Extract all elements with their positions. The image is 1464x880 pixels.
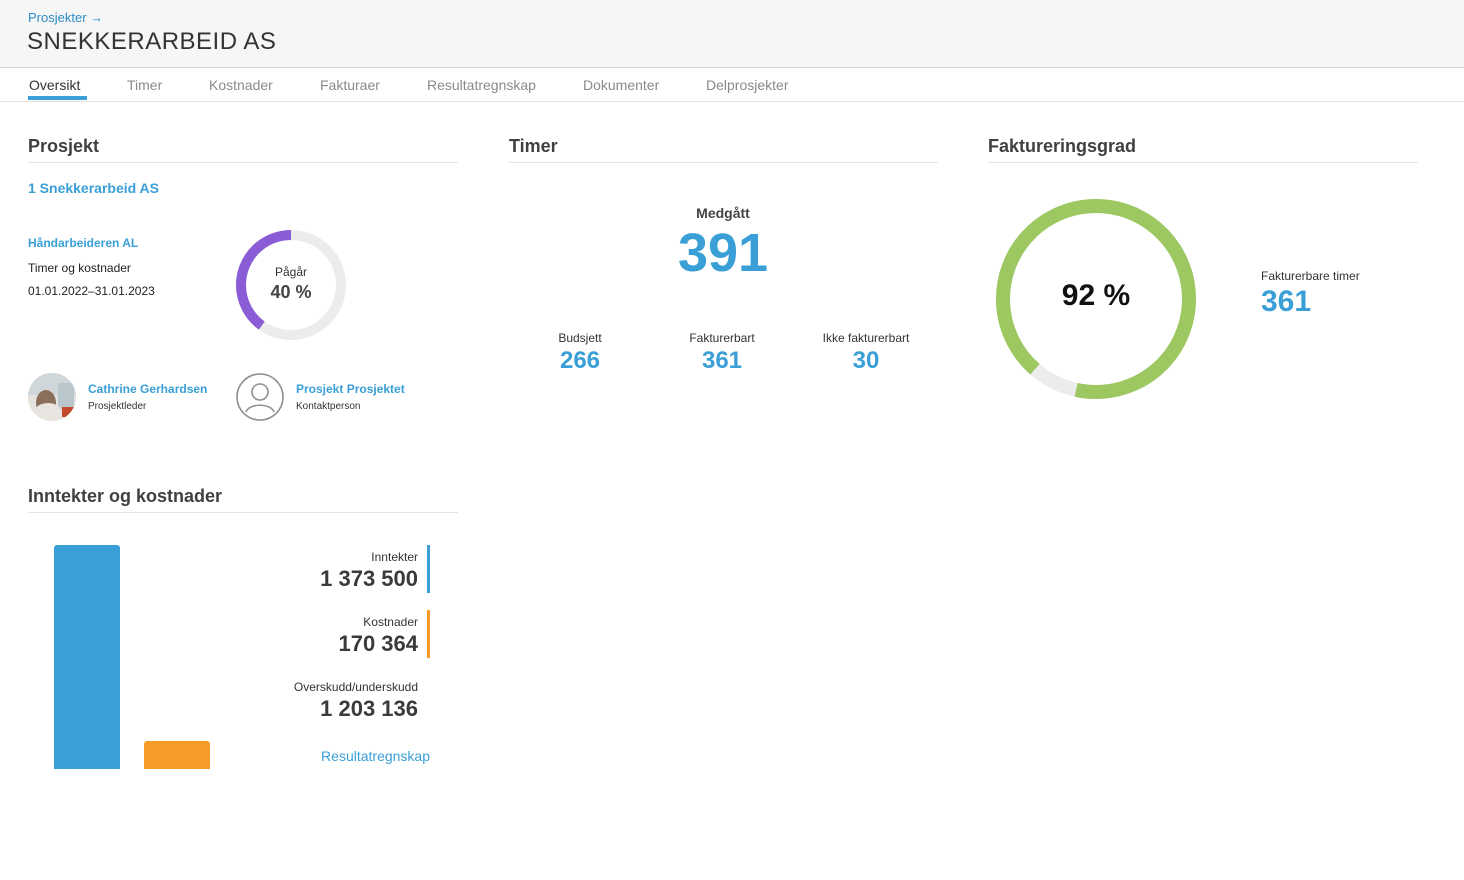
billing-section-title: Faktureringsgrad <box>988 136 1137 156</box>
tab-kostnader[interactable]: Kostnader <box>209 77 273 102</box>
contact-role: Kontaktperson <box>296 401 361 412</box>
project-section-title: Prosjekt <box>28 136 100 156</box>
nonbillable-value: 30 <box>852 347 880 374</box>
tab-bar: Oversikt Timer Kostnader Fakturaer Resul… <box>0 68 1464 102</box>
project-type: Timer og kostnader <box>28 261 131 275</box>
tab-timer[interactable]: Timer <box>127 77 162 102</box>
active-tab-indicator <box>28 96 87 100</box>
billable-hours-value: 361 <box>1261 285 1312 318</box>
timer-section-title: Timer <box>509 136 558 156</box>
income-bar <box>54 545 120 769</box>
contact-name-link[interactable]: Prosjekt Prosjektet <box>296 382 405 396</box>
tab-dokumenter[interactable]: Dokumenter <box>583 77 659 102</box>
cost-bar <box>144 741 210 769</box>
tab-resultatregnskap[interactable]: Resultatregnskap <box>427 77 536 102</box>
manager-photo <box>28 373 76 421</box>
manager-name-link[interactable]: Cathrine Gerhardsen <box>88 382 207 396</box>
progress-status-label: Pågår <box>274 265 308 279</box>
progress-percent: 40 % <box>270 282 312 302</box>
project-period: 01.01.2022–31.01.2023 <box>28 284 155 298</box>
tab-fakturaer[interactable]: Fakturaer <box>320 77 380 102</box>
manager-role: Prosjektleder <box>88 401 147 412</box>
billable-value: 361 <box>701 347 743 374</box>
income-value: 1 373 500 <box>320 566 418 591</box>
tab-delprosjekter[interactable]: Delprosjekter <box>706 77 788 102</box>
billing-rate-percent: 92 % <box>1061 279 1131 312</box>
income-label: Inntekter <box>371 550 418 564</box>
page-header: Prosjekter → SNEKKERARBEID AS <box>0 0 1464 68</box>
budget-label: Budsjett <box>558 331 602 345</box>
contact-avatar-icon[interactable] <box>236 373 284 421</box>
income-color-marker <box>427 545 430 593</box>
cost-value: 170 364 <box>338 631 418 656</box>
manager-avatar[interactable] <box>28 373 76 421</box>
timer-section-divider <box>509 162 938 163</box>
billing-section-divider <box>988 162 1418 163</box>
billable-label: Fakturerbart <box>689 331 755 345</box>
project-section-divider <box>28 162 458 163</box>
billable-hours-label: Fakturerbare timer <box>1261 269 1360 283</box>
cost-label: Kostnader <box>363 615 418 629</box>
breadcrumb-projects-link[interactable]: Prosjekter → <box>28 10 103 25</box>
hours-used-label: Medgått <box>696 205 750 221</box>
page-title: SNEKKERARBEID AS <box>27 28 277 55</box>
cost-color-marker <box>427 610 430 658</box>
finance-section-title: Inntekter og kostnader <box>28 486 223 506</box>
result-report-link[interactable]: Resultatregnskap <box>230 748 430 764</box>
profit-label: Overskudd/underskudd <box>293 680 418 694</box>
nonbillable-label: Ikke fakturerbart <box>822 331 910 345</box>
budget-value: 266 <box>559 347 601 374</box>
profit-value: 1 203 136 <box>320 696 418 721</box>
finance-section-divider <box>28 512 458 513</box>
project-name-link[interactable]: 1 Snekkerarbeid AS <box>28 180 159 196</box>
customer-link[interactable]: Håndarbeideren AL <box>28 236 138 250</box>
hours-used-value: 391 <box>677 223 769 283</box>
